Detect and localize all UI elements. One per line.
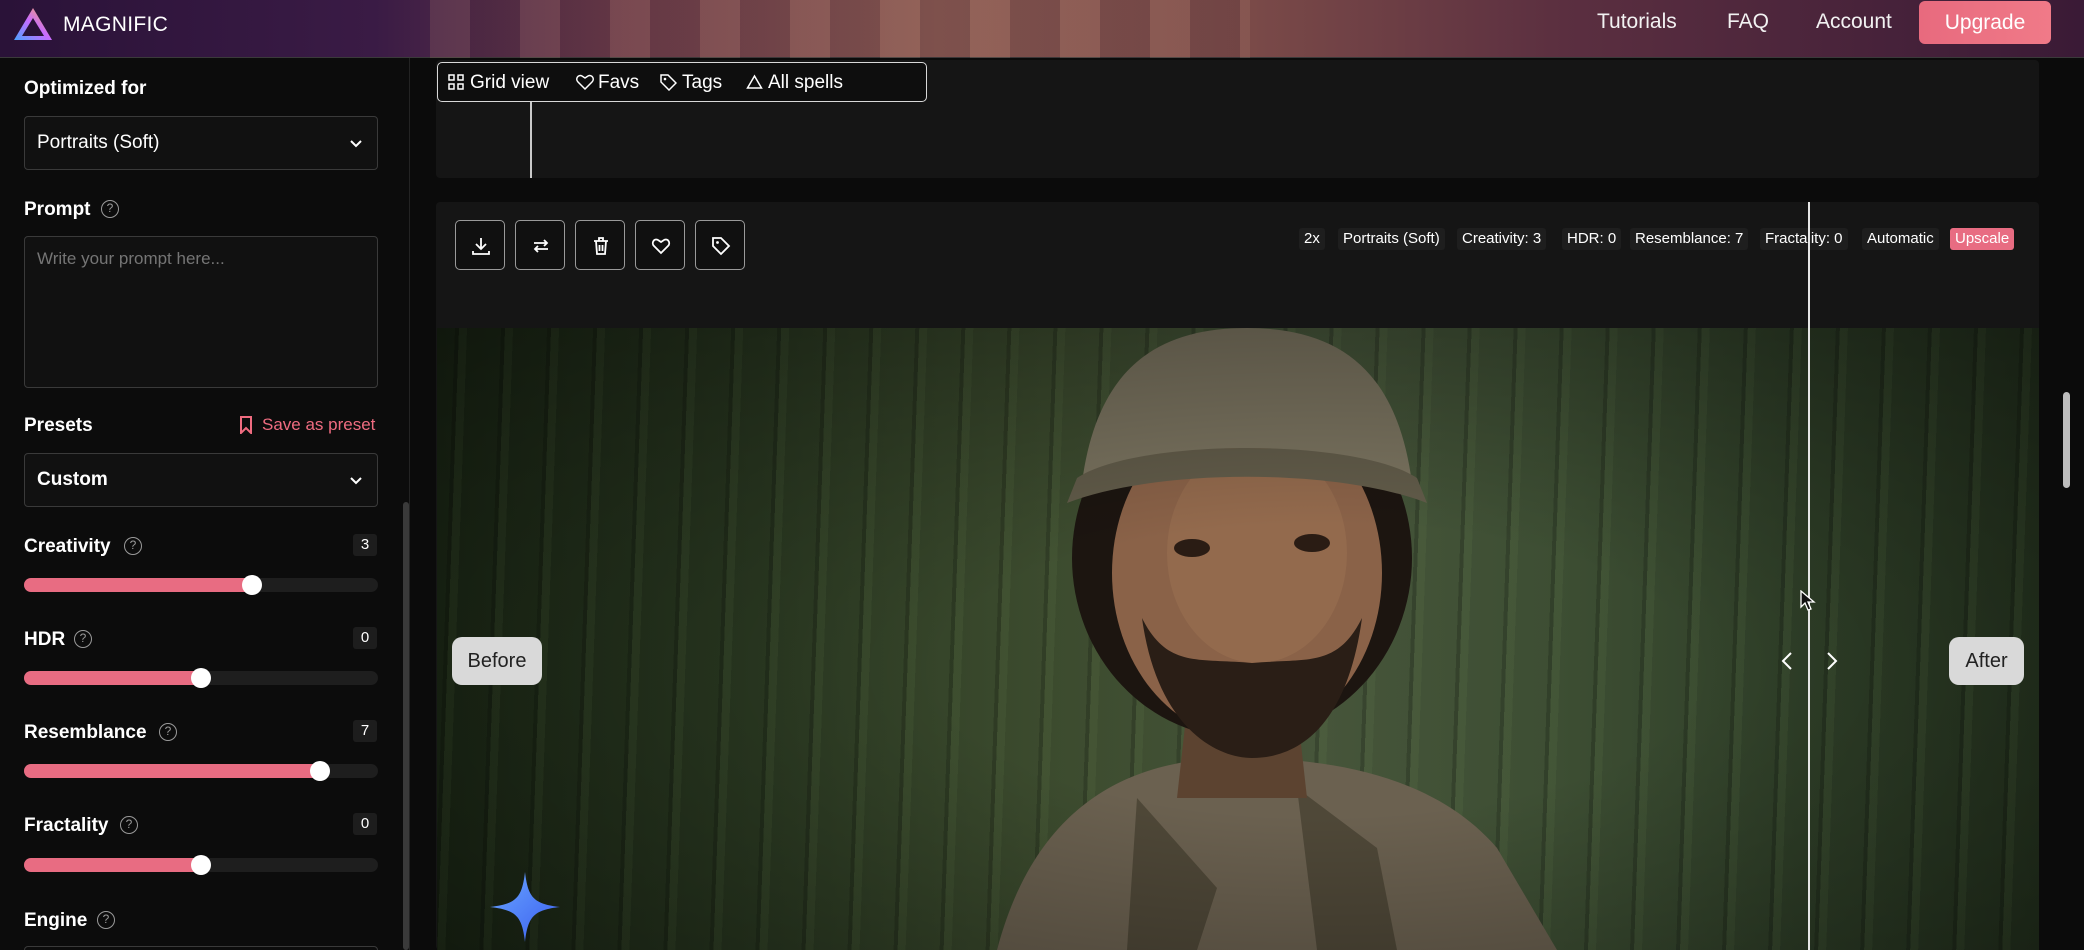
view-filter-bar: Grid view Favs Tags All spells bbox=[437, 62, 927, 102]
fractality-label: Fractality bbox=[24, 815, 109, 836]
slider-handle[interactable] bbox=[310, 761, 330, 781]
tag-icon bbox=[712, 237, 731, 256]
upscale-badge[interactable]: Upscale bbox=[1950, 228, 2015, 250]
prompt-label: Prompt bbox=[24, 199, 91, 220]
nav-faq[interactable]: FAQ bbox=[1727, 10, 1769, 34]
creativity-slider[interactable] bbox=[24, 575, 378, 595]
result-image bbox=[437, 328, 2039, 950]
hdr-label: HDR bbox=[24, 629, 66, 650]
preset-select[interactable]: Custom bbox=[24, 453, 378, 507]
creativity-help-icon[interactable]: ? bbox=[124, 537, 142, 555]
triangle-icon bbox=[746, 74, 763, 89]
grid-view-label: Grid view bbox=[470, 72, 550, 93]
resemblance-help-icon[interactable]: ? bbox=[159, 723, 177, 741]
all-spells-label: All spells bbox=[768, 72, 843, 93]
hdr-slider[interactable] bbox=[24, 668, 378, 688]
slider-handle[interactable] bbox=[191, 668, 211, 688]
header-background-image bbox=[430, 0, 1250, 58]
tag-icon bbox=[660, 74, 677, 91]
optimized-for-label: Optimized for bbox=[24, 78, 147, 99]
mouse-cursor-icon bbox=[1800, 590, 1816, 611]
slider-handle[interactable] bbox=[242, 575, 262, 595]
delete-button[interactable] bbox=[575, 220, 625, 270]
slider-fill bbox=[24, 764, 320, 778]
prompt-help-icon[interactable]: ? bbox=[101, 200, 119, 218]
sidebar-scrollbar[interactable] bbox=[403, 502, 409, 950]
engine-help-icon[interactable]: ? bbox=[97, 911, 115, 929]
optimized-for-select[interactable]: Portraits (Soft) bbox=[24, 116, 378, 170]
resemblance-value: 7 bbox=[353, 720, 377, 742]
nav-account[interactable]: Account bbox=[1816, 10, 1892, 34]
resemblance-slider[interactable] bbox=[24, 761, 378, 781]
tag-creativity: Creativity: 3 bbox=[1457, 228, 1547, 250]
slider-fill bbox=[24, 578, 252, 592]
slider-fill bbox=[24, 671, 201, 685]
hdr-value: 0 bbox=[353, 627, 377, 649]
tag-scale: 2x bbox=[1299, 228, 1325, 250]
chevron-right-icon[interactable] bbox=[1825, 650, 1839, 672]
fractality-slider[interactable] bbox=[24, 855, 378, 875]
comparison-divider[interactable] bbox=[1808, 202, 1810, 950]
tag-engine: Automatic bbox=[1862, 228, 1939, 250]
page-scrollbar[interactable] bbox=[2063, 392, 2070, 488]
engine-select[interactable] bbox=[24, 946, 378, 950]
upgrade-button[interactable]: Upgrade bbox=[1919, 1, 2051, 44]
optimized-for-value: Portraits (Soft) bbox=[37, 132, 160, 153]
resemblance-label: Resemblance bbox=[24, 722, 147, 743]
download-icon bbox=[472, 238, 490, 255]
creativity-label: Creativity bbox=[24, 536, 111, 557]
tag-hdr: HDR: 0 bbox=[1562, 228, 1622, 250]
fractality-value: 0 bbox=[353, 813, 377, 835]
hdr-help-icon[interactable]: ? bbox=[74, 630, 92, 648]
save-as-preset-label: Save as preset bbox=[262, 415, 376, 434]
favorite-button[interactable] bbox=[635, 220, 685, 270]
presets-label: Presets bbox=[24, 415, 93, 436]
after-label-button[interactable]: After bbox=[1949, 637, 2024, 685]
grid-icon bbox=[448, 74, 464, 90]
preset-value: Custom bbox=[37, 469, 108, 490]
swap-icon bbox=[533, 239, 549, 253]
heart-icon bbox=[576, 74, 594, 90]
comparison-divider-top[interactable] bbox=[530, 102, 532, 178]
reuse-button[interactable] bbox=[515, 220, 565, 270]
tag-resemblance: Resemblance: 7 bbox=[1630, 228, 1749, 250]
trash-icon bbox=[594, 237, 608, 255]
magnific-logo-icon bbox=[14, 8, 52, 40]
sparkle-icon bbox=[490, 872, 560, 942]
before-label-button[interactable]: Before bbox=[452, 637, 542, 685]
nav-tutorials[interactable]: Tutorials bbox=[1597, 10, 1677, 34]
app-root: MAGNIFIC Tutorials FAQ Account Upgrade O… bbox=[0, 0, 2084, 950]
prompt-input[interactable] bbox=[24, 236, 378, 388]
chevron-left-icon[interactable] bbox=[1780, 650, 1794, 672]
slider-fill bbox=[24, 858, 201, 872]
brand-name: MAGNIFIC bbox=[63, 13, 169, 36]
tag-fractality: Fractality: 0 bbox=[1760, 228, 1848, 250]
creativity-value: 3 bbox=[353, 534, 377, 556]
fractality-help-icon[interactable]: ? bbox=[120, 816, 138, 834]
chevron-down-icon bbox=[350, 140, 362, 148]
bookmark-icon bbox=[240, 416, 252, 434]
slider-handle[interactable] bbox=[191, 855, 211, 875]
top-nav-bar: MAGNIFIC Tutorials FAQ Account Upgrade bbox=[0, 0, 2084, 58]
heart-icon bbox=[651, 238, 671, 255]
tag-button[interactable] bbox=[695, 220, 745, 270]
favs-label: Favs bbox=[598, 72, 640, 93]
image-vignette bbox=[437, 328, 2039, 950]
chevron-down-icon bbox=[350, 477, 362, 485]
engine-label: Engine bbox=[24, 910, 88, 931]
tags-label: Tags bbox=[682, 72, 723, 93]
tag-optimized: Portraits (Soft) bbox=[1338, 228, 1445, 250]
download-button[interactable] bbox=[455, 220, 505, 270]
